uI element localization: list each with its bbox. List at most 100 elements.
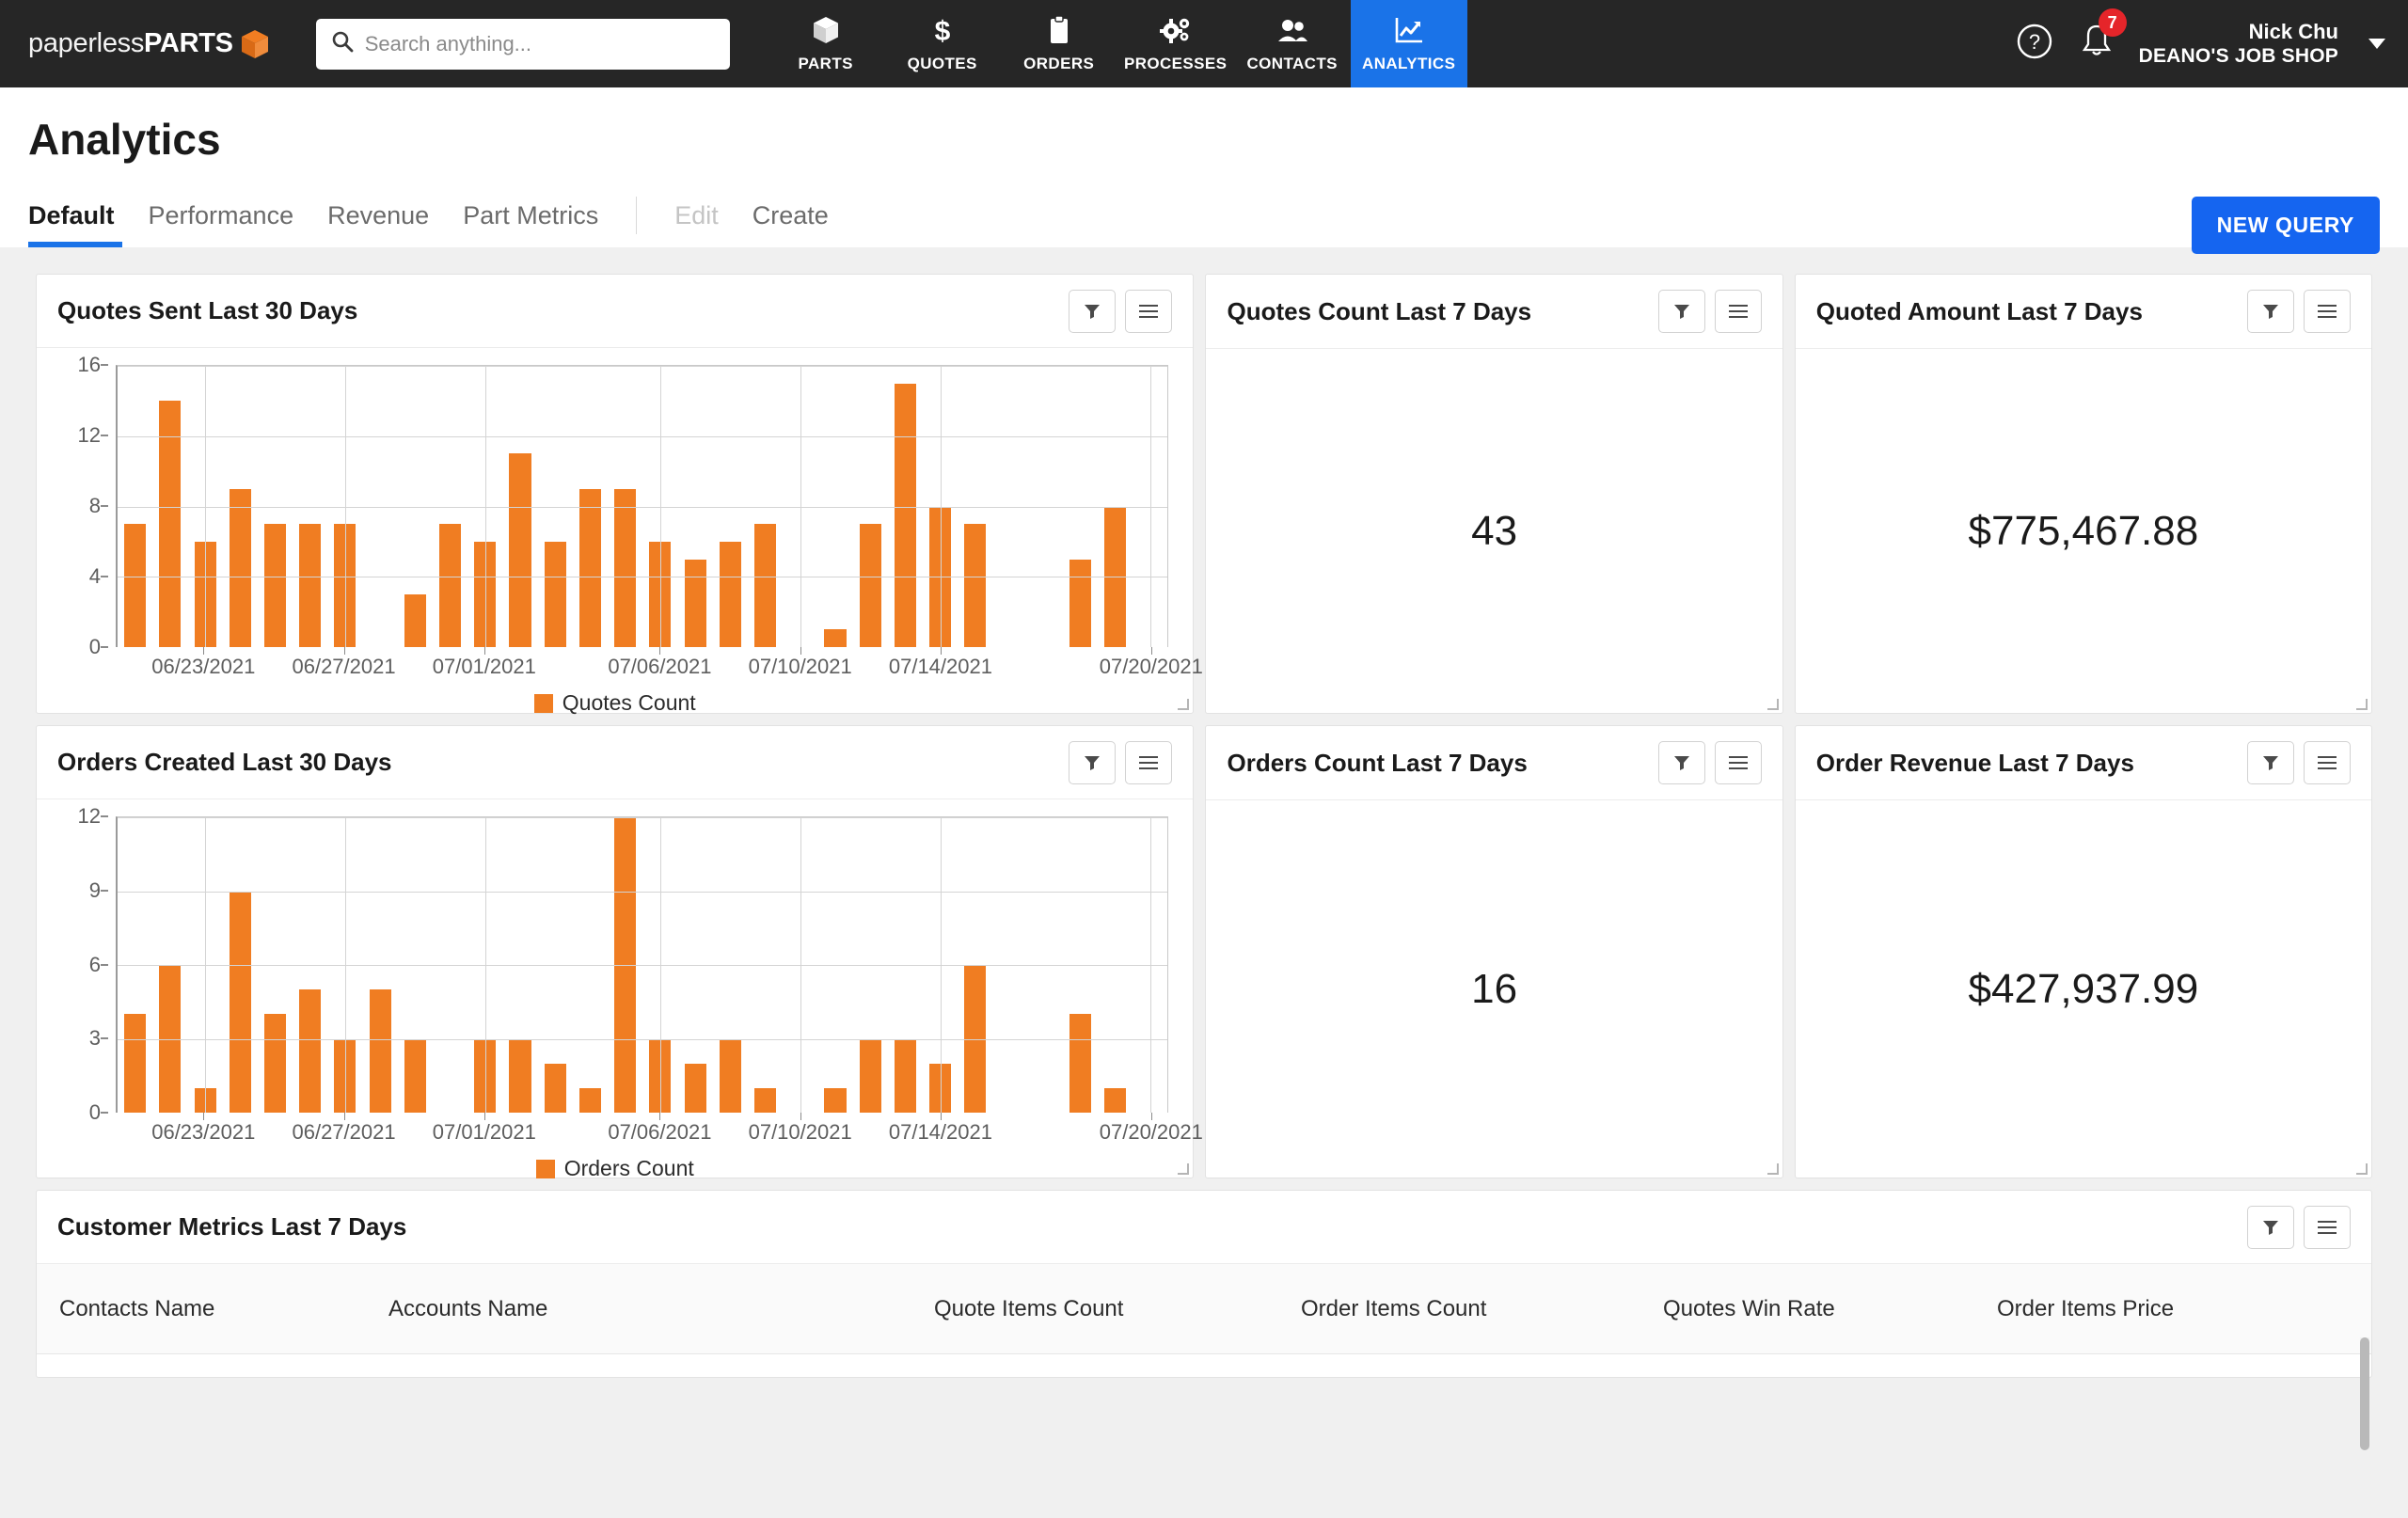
tab-default[interactable]: Default [28, 201, 132, 247]
filter-icon[interactable] [2247, 1205, 2294, 1249]
nav-item-analytics[interactable]: ANALYTICS [1350, 0, 1467, 87]
bar[interactable] [263, 1014, 287, 1113]
svg-text:?: ? [2028, 30, 2039, 54]
table-column-header[interactable]: Order Items Count [1301, 1296, 1663, 1322]
bar[interactable] [159, 401, 182, 647]
gears-icon [1159, 15, 1192, 50]
search-input[interactable] [364, 31, 715, 56]
tab-performance[interactable]: Performance [132, 201, 311, 247]
nav-item-contacts[interactable]: CONTACTS [1234, 0, 1351, 87]
nav-item-processes[interactable]: PROCESSES [1117, 0, 1234, 87]
bar[interactable] [263, 524, 287, 647]
bar[interactable] [369, 989, 391, 1113]
tab-revenue[interactable]: Revenue [310, 201, 446, 247]
bar[interactable] [124, 524, 147, 647]
resize-handle-icon[interactable] [1766, 699, 1779, 710]
bar[interactable] [509, 1038, 531, 1113]
bar[interactable] [229, 488, 251, 647]
resize-handle-icon[interactable] [1178, 1163, 1190, 1175]
x-axis-tick [940, 647, 942, 655]
tab-edit: Edit [674, 201, 719, 229]
search-box[interactable] [315, 18, 730, 70]
nav-item-orders[interactable]: ORDERS [1001, 0, 1117, 87]
bar[interactable] [544, 1063, 566, 1113]
bar[interactable] [1104, 1087, 1127, 1113]
legend-swatch [533, 693, 553, 713]
nav-item-quotes[interactable]: $ QUOTES [884, 0, 1001, 87]
hamburger-menu-icon[interactable] [1714, 741, 1762, 784]
filter-icon[interactable] [1069, 740, 1117, 784]
bar[interactable] [894, 1038, 916, 1113]
table-column-header[interactable]: Quote Items Count [934, 1296, 1301, 1322]
hamburger-menu-icon[interactable] [1125, 289, 1173, 333]
bar[interactable] [578, 488, 601, 647]
bar[interactable] [299, 524, 322, 647]
cube-icon [812, 15, 840, 50]
y-axis-tick [101, 963, 108, 966]
table-vertical-scrollbar[interactable] [2360, 1337, 2369, 1450]
bar[interactable] [684, 1063, 706, 1113]
nav-item-parts[interactable]: PARTS [768, 0, 884, 87]
shop-name: DEANO'S JOB SHOP [2138, 45, 2338, 68]
hamburger-menu-icon[interactable] [2304, 290, 2352, 333]
y-axis-tick [101, 364, 108, 366]
resize-handle-icon[interactable] [2356, 1163, 2368, 1175]
bell-icon[interactable]: 7 [2079, 8, 2127, 66]
bar[interactable] [578, 1087, 601, 1113]
bar[interactable] [964, 524, 987, 647]
tab-part-metrics[interactable]: Part Metrics [446, 201, 615, 247]
bar[interactable] [1069, 1014, 1092, 1113]
table-column-header[interactable]: Quotes Win Rate [1663, 1296, 1997, 1322]
tab-create[interactable]: Create [736, 201, 846, 247]
user-menu[interactable]: Nick Chu DEANO'S JOB SHOP [2139, 19, 2338, 70]
bar[interactable] [719, 541, 741, 647]
chart-quotes-sent[interactable]: 0 4 8 12 16 06/23/2021 06/27/2021 07/01/2021 07… [37, 348, 1203, 733]
table-column-header[interactable]: Contacts Name [59, 1296, 388, 1322]
hamburger-menu-icon[interactable] [2304, 1205, 2351, 1249]
filter-icon[interactable] [1657, 741, 1705, 784]
filter-icon[interactable] [2247, 741, 2295, 784]
bar[interactable] [754, 1087, 777, 1113]
filter-icon[interactable] [1069, 289, 1117, 333]
bar[interactable] [299, 989, 322, 1113]
hamburger-menu-icon[interactable] [2304, 741, 2352, 784]
bar[interactable] [894, 383, 916, 647]
bar[interactable] [719, 1038, 741, 1113]
bar[interactable] [614, 488, 637, 647]
resize-handle-icon[interactable] [1178, 699, 1190, 710]
y-axis-tick [101, 576, 108, 577]
resize-handle-icon[interactable] [1766, 1163, 1779, 1175]
vertical-gridline [1149, 817, 1151, 1113]
bar[interactable] [404, 593, 426, 647]
gridline [118, 891, 1168, 893]
bar[interactable] [404, 1038, 426, 1113]
bar[interactable] [509, 453, 531, 647]
brand-logo[interactable]: paperlessPARTS [28, 28, 269, 59]
bar[interactable] [124, 1014, 147, 1113]
bar[interactable] [544, 541, 566, 647]
bar[interactable] [824, 629, 847, 647]
filter-icon[interactable] [1657, 290, 1705, 333]
hamburger-menu-icon[interactable] [1125, 740, 1173, 784]
bar[interactable] [859, 1038, 881, 1113]
filter-icon[interactable] [2247, 290, 2295, 333]
bar[interactable] [684, 559, 706, 647]
hamburger-menu-icon[interactable] [1714, 290, 1762, 333]
bar[interactable] [824, 1087, 847, 1113]
bar[interactable] [754, 524, 777, 647]
scrollbar-thumb[interactable] [2360, 1337, 2369, 1450]
card-body: 43 [1206, 349, 1782, 713]
bar[interactable] [229, 891, 251, 1113]
resize-handle-icon[interactable] [2356, 699, 2368, 710]
new-query-button[interactable]: NEW QUERY [2191, 197, 2380, 254]
question-circle-icon[interactable]: ? [2015, 22, 2054, 66]
bar[interactable] [439, 524, 462, 647]
table-column-header[interactable]: Accounts Name [388, 1296, 934, 1322]
bar[interactable] [1069, 559, 1092, 647]
table-column-header[interactable]: Order Items Price [1997, 1296, 2174, 1322]
tab-divider [636, 197, 638, 234]
chevron-down-icon[interactable] [2368, 39, 2385, 49]
bar[interactable] [859, 524, 881, 647]
x-axis: 06/23/2021 06/27/2021 07/01/2021 07/06/2021… [116, 1113, 1203, 1150]
chart-orders-created[interactable]: 0 3 6 9 12 06/23/2021 06/27/2021 07/01/2021 07/… [37, 799, 1203, 1198]
